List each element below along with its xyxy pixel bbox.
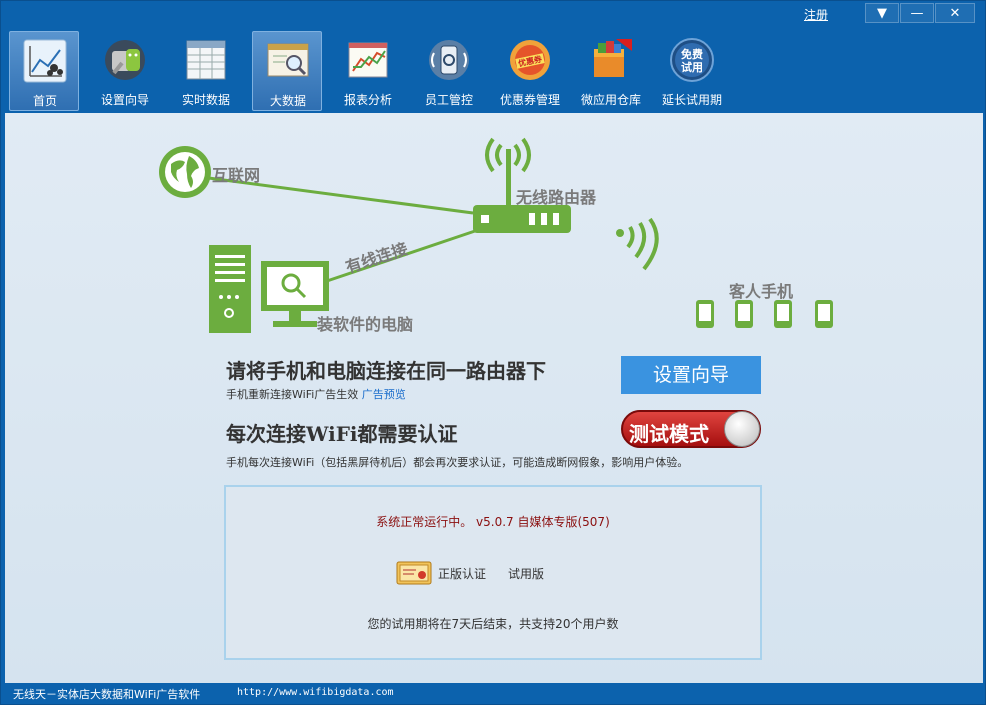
tool-extend-trial[interactable]: 免费 试用 延长试用期 bbox=[657, 31, 727, 111]
test-mode-toggle[interactable]: 测试模式 bbox=[621, 410, 761, 448]
headline-same-router: 请将手机和电脑连接在同一路由器下 bbox=[226, 359, 546, 383]
globe-icon bbox=[159, 146, 211, 198]
status-panel: 系统正常运行中。 v5.0.7 自媒体专版(507) 正版认证 试用版 您的试用… bbox=[224, 485, 762, 660]
main-content: 互联网 无线路由器 有线连接 装软件的电脑 客人手机 请将手机和电脑连接在同一路… bbox=[5, 113, 983, 683]
certificate-icon bbox=[396, 561, 432, 585]
tool-staff-control[interactable]: 员工管控 bbox=[414, 31, 484, 111]
title-bar: 注册 ▼ — ✕ bbox=[1, 1, 985, 27]
phone-control-icon bbox=[429, 40, 469, 80]
svg-text:试用: 试用 bbox=[681, 60, 703, 74]
magnifier-data-icon bbox=[267, 43, 309, 77]
tool-label: 优惠券管理 bbox=[499, 93, 560, 107]
home-chart-icon bbox=[23, 39, 67, 83]
minimize-button[interactable]: — bbox=[900, 3, 934, 23]
headline-auth-every-time: 每次连接WiFi都需要认证 bbox=[226, 422, 458, 446]
tool-coupon-management[interactable]: 优惠券 优惠券管理 bbox=[495, 31, 565, 111]
chevron-down-icon: ▼ bbox=[877, 6, 887, 21]
menu-dropdown-button[interactable]: ▼ bbox=[865, 3, 899, 23]
ad-preview-link[interactable]: 广告预览 bbox=[362, 388, 406, 401]
tool-label: 员工管控 bbox=[424, 93, 473, 107]
internet-label: 互联网 bbox=[212, 166, 261, 185]
tool-label: 报表分析 bbox=[343, 93, 392, 107]
status-bar: 无线天－实体店大数据和WiFi广告软件 http://www.wifibigda… bbox=[1, 683, 985, 704]
edition-label: 试用版 bbox=[508, 567, 545, 581]
app-window: 注册 ▼ — ✕ 首页 设置向导 实时数据 大数据 报表分析 员工管控 优惠券 … bbox=[0, 0, 986, 705]
tool-setup-wizard[interactable]: 设置向导 bbox=[90, 31, 160, 111]
subline-auth-warning: 手机每次连接WiFi（包括黑屏待机后）都会再次要求认证，可能造成断网假象，影响用… bbox=[226, 456, 689, 469]
tool-label: 大数据 bbox=[269, 94, 306, 108]
app-store-icon bbox=[594, 39, 632, 77]
main-toolbar: 首页 设置向导 实时数据 大数据 报表分析 员工管控 优惠券 优惠券管理 微应用… bbox=[1, 29, 985, 113]
tool-home[interactable]: 首页 bbox=[9, 31, 79, 111]
website-url[interactable]: http://www.wifibigdata.com bbox=[237, 687, 394, 698]
subline-ad-effect-text: 手机重新连接WiFi广告生效 bbox=[226, 388, 359, 401]
tool-label: 延长试用期 bbox=[661, 93, 722, 107]
svg-text:免费: 免费 bbox=[681, 47, 703, 61]
pc-icon bbox=[209, 245, 329, 333]
genuine-cert-label: 正版认证 bbox=[438, 567, 487, 581]
network-diagram: 互联网 无线路由器 有线连接 装软件的电脑 客人手机 bbox=[5, 113, 983, 343]
pc-label: 装软件的电脑 bbox=[317, 315, 414, 334]
line-chart-icon bbox=[348, 42, 388, 78]
wizard-robot-icon bbox=[105, 40, 145, 80]
toggle-knob bbox=[724, 411, 760, 447]
trial-period-info: 您的试用期将在7天后结束，共支持20个用户数 bbox=[367, 617, 619, 631]
close-button[interactable]: ✕ bbox=[935, 3, 975, 23]
tool-label: 微应用仓库 bbox=[580, 93, 641, 107]
test-mode-label: 测试模式 bbox=[629, 422, 709, 446]
tool-realtime-data[interactable]: 实时数据 bbox=[171, 31, 241, 111]
setup-wizard-button[interactable]: 设置向导 bbox=[621, 356, 761, 394]
running-status: 系统正常运行中。 v5.0.7 自媒体专版(507) bbox=[376, 515, 610, 529]
tool-report-analysis[interactable]: 报表分析 bbox=[333, 31, 403, 111]
tool-label: 实时数据 bbox=[181, 93, 230, 107]
close-icon: ✕ bbox=[949, 6, 961, 21]
table-icon bbox=[186, 40, 226, 80]
register-link[interactable]: 注册 bbox=[804, 6, 828, 23]
coupon-icon: 优惠券 bbox=[510, 40, 550, 80]
guest-phones-icon bbox=[696, 300, 833, 328]
router-label: 无线路由器 bbox=[516, 188, 597, 207]
minimize-icon: — bbox=[910, 6, 924, 21]
free-trial-icon: 免费 试用 bbox=[670, 38, 714, 82]
app-name-text: 无线天－实体店大数据和WiFi广告软件 bbox=[13, 688, 201, 701]
tool-big-data[interactable]: 大数据 bbox=[252, 31, 322, 111]
tool-label: 设置向导 bbox=[100, 93, 149, 107]
wifi-signal-icon bbox=[616, 217, 659, 271]
tool-label: 首页 bbox=[32, 94, 57, 108]
subline-ad-effect: 手机重新连接WiFi广告生效 广告预览 bbox=[226, 386, 406, 402]
tool-micro-app-store[interactable]: 微应用仓库 bbox=[576, 31, 646, 111]
